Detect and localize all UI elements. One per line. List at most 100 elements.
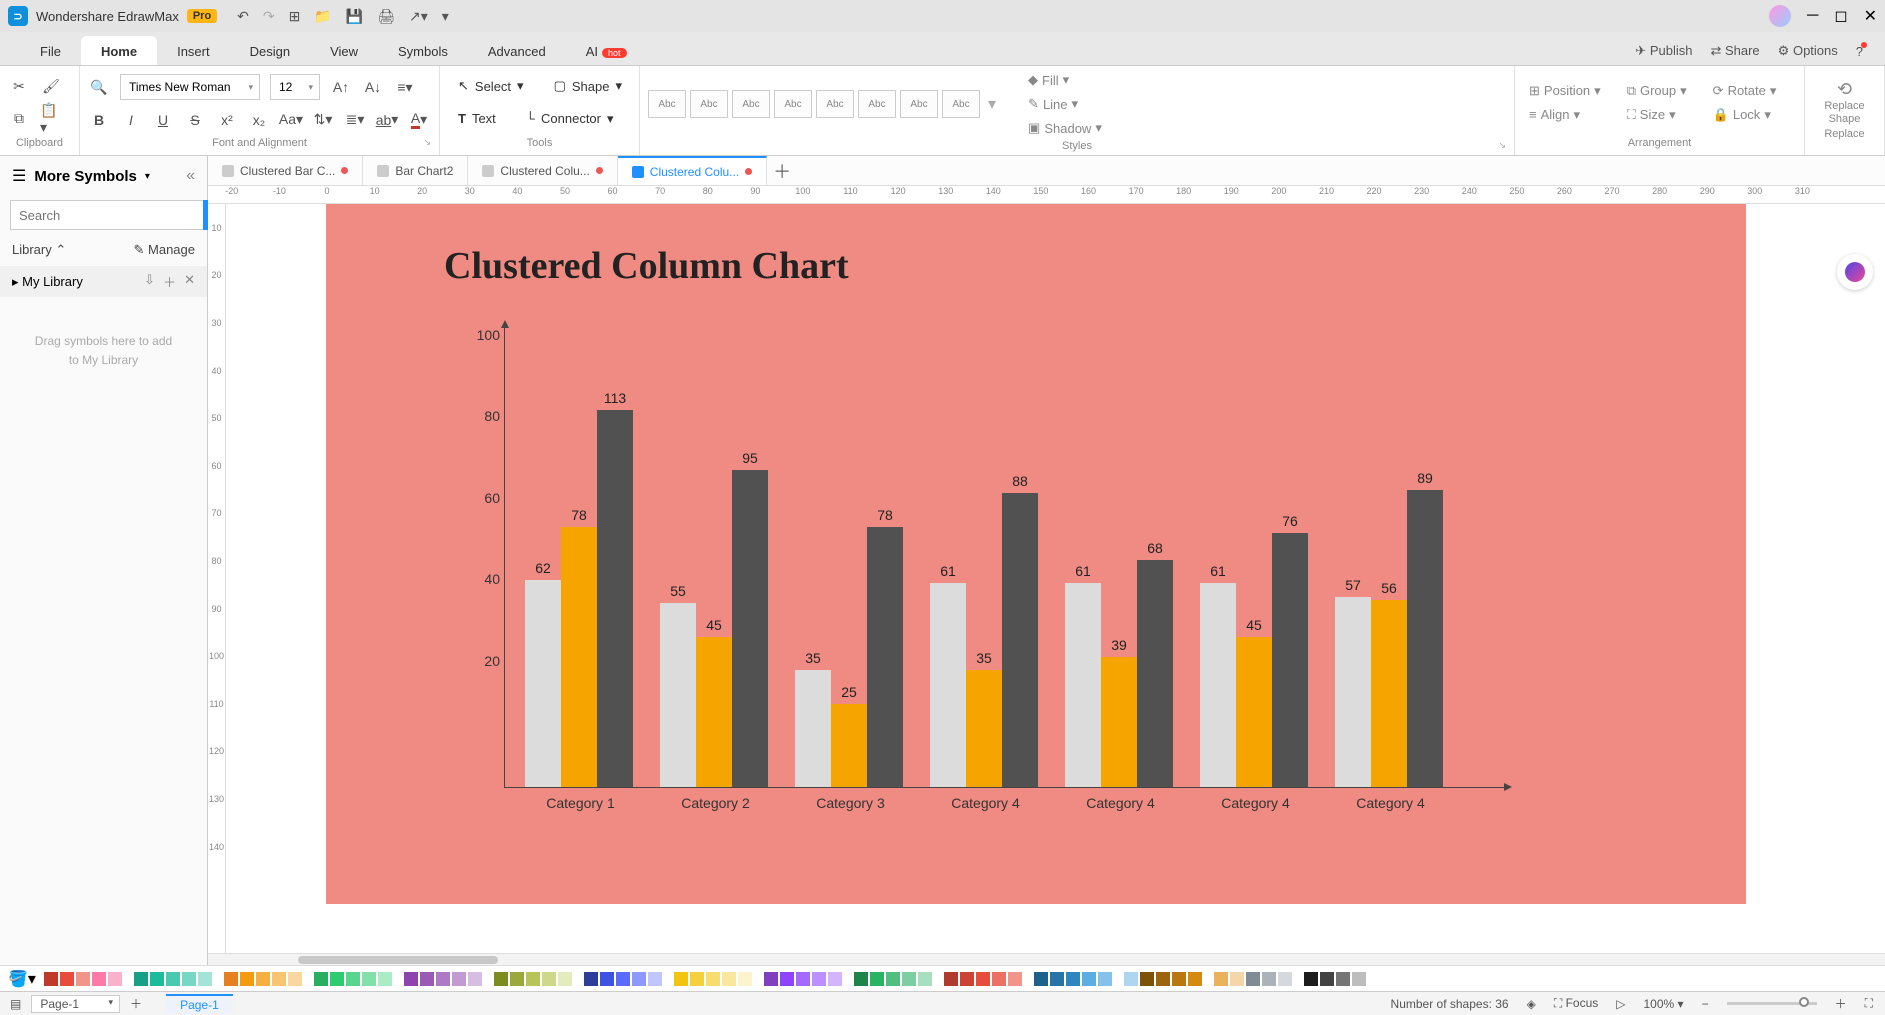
superscript-icon[interactable]: x² xyxy=(216,109,238,131)
color-swatch[interactable] xyxy=(616,972,630,986)
document-tab[interactable]: Clustered Bar C... xyxy=(208,156,363,185)
color-swatch[interactable] xyxy=(902,972,916,986)
document-tab[interactable]: Clustered Colu... xyxy=(468,156,617,185)
styles-more-icon[interactable]: ▾ xyxy=(988,94,996,114)
color-swatch[interactable] xyxy=(960,972,974,986)
chart-bar[interactable]: 35 xyxy=(966,670,1002,787)
font-family-select[interactable]: Times New Roman xyxy=(120,74,260,100)
color-swatch[interactable] xyxy=(330,972,344,986)
color-swatch[interactable] xyxy=(706,972,720,986)
line-spacing-icon[interactable]: ⇅▾ xyxy=(312,109,334,131)
rotate-button[interactable]: ⟳ Rotate ▾ xyxy=(1707,81,1783,101)
text-tool-button[interactable]: T Text xyxy=(448,107,506,130)
color-swatch[interactable] xyxy=(1368,972,1382,986)
color-swatch[interactable] xyxy=(764,972,778,986)
replace-shape-button[interactable]: ⟲ Replace Shape xyxy=(1813,79,1876,126)
color-swatch[interactable] xyxy=(182,972,196,986)
color-swatch[interactable] xyxy=(558,972,572,986)
font-search-icon[interactable]: 🔍 xyxy=(88,76,110,98)
color-swatch[interactable] xyxy=(1278,972,1292,986)
color-swatch[interactable] xyxy=(1304,972,1318,986)
color-swatch[interactable] xyxy=(1124,972,1138,986)
presentation-icon[interactable]: ▷ xyxy=(1616,997,1625,1011)
tab-ai[interactable]: AIhot xyxy=(566,36,647,65)
color-swatch[interactable] xyxy=(1214,972,1228,986)
chart-bar[interactable]: 61 xyxy=(930,583,966,787)
symbol-search-input[interactable] xyxy=(10,200,203,230)
font-size-select[interactable]: 12 xyxy=(270,74,320,100)
chart-title[interactable]: Clustered Column Chart xyxy=(444,244,1504,288)
fill-button[interactable]: ◆ Fill ▾ xyxy=(1022,70,1108,90)
color-swatch[interactable] xyxy=(780,972,794,986)
chart-bar[interactable]: 88 xyxy=(1002,493,1038,787)
color-swatch[interactable] xyxy=(60,972,74,986)
chart-bar[interactable]: 25 xyxy=(831,704,867,787)
page-tab[interactable]: Page-1 xyxy=(166,994,233,1014)
color-swatch[interactable] xyxy=(674,972,688,986)
library-dropzone[interactable]: Drag symbols here to add to My Library xyxy=(24,315,183,387)
tab-design[interactable]: Design xyxy=(230,36,310,65)
color-swatch[interactable] xyxy=(272,972,286,986)
chart-bar[interactable]: 35 xyxy=(795,670,831,787)
line-button[interactable]: ✎ Line ▾ xyxy=(1022,94,1108,114)
chart-bar[interactable]: 95 xyxy=(732,470,768,787)
add-lib-icon[interactable]: ＋ xyxy=(163,272,176,291)
color-swatch[interactable] xyxy=(690,972,704,986)
align-button[interactable]: ≡ Align ▾ xyxy=(1523,105,1607,125)
color-swatch[interactable] xyxy=(92,972,106,986)
connector-tool-button[interactable]: └ Connector ▾ xyxy=(516,107,624,131)
chart-plot-area[interactable]: 6278113Category 1554595Category 2352578C… xyxy=(504,328,1504,788)
color-swatch[interactable] xyxy=(828,972,842,986)
chart-bar[interactable]: 78 xyxy=(867,527,903,787)
color-swatch[interactable] xyxy=(992,972,1006,986)
color-swatch[interactable] xyxy=(1082,972,1096,986)
zoom-out-icon[interactable]: − xyxy=(1702,997,1709,1011)
close-lib-icon[interactable]: ✕ xyxy=(184,272,195,291)
subscript-icon[interactable]: x₂ xyxy=(248,109,270,131)
chart-bar[interactable]: 61 xyxy=(1065,583,1101,787)
tab-insert[interactable]: Insert xyxy=(157,36,230,65)
share-button[interactable]: ⇄ Share xyxy=(1710,43,1759,59)
fit-page-icon[interactable]: ⛶ xyxy=(1865,996,1873,1011)
increase-font-icon[interactable]: A↑ xyxy=(330,76,352,98)
ai-assistant-badge-icon[interactable] xyxy=(1837,254,1873,290)
chart-bar[interactable]: 39 xyxy=(1101,657,1137,787)
styles-gallery[interactable]: Abc Abc Abc Abc Abc Abc Abc Abc ▾ xyxy=(648,90,996,118)
cut-icon[interactable]: ✂ xyxy=(8,75,30,97)
redo-icon[interactable]: ↷ xyxy=(263,8,275,25)
color-swatch[interactable] xyxy=(108,972,122,986)
color-swatch[interactable] xyxy=(1336,972,1350,986)
minimize-icon[interactable]: ─ xyxy=(1807,7,1818,25)
user-avatar-icon[interactable] xyxy=(1769,5,1791,27)
color-swatch[interactable] xyxy=(166,972,180,986)
color-swatch[interactable] xyxy=(1262,972,1276,986)
color-swatch[interactable] xyxy=(918,972,932,986)
decrease-font-icon[interactable]: A↓ xyxy=(362,76,384,98)
focus-mode-button[interactable]: ⛶ Focus xyxy=(1554,996,1598,1011)
zoom-in-icon[interactable]: ＋ xyxy=(1835,995,1847,1012)
export-icon[interactable]: ↗▾ xyxy=(409,8,428,25)
chart-bar[interactable]: 62 xyxy=(525,580,561,787)
tab-symbols[interactable]: Symbols xyxy=(378,36,468,65)
zoom-level[interactable]: 100% ▾ xyxy=(1644,997,1684,1011)
size-button[interactable]: ⛶ Size ▾ xyxy=(1621,105,1693,125)
style-swatch[interactable]: Abc xyxy=(900,90,938,118)
color-swatch[interactable] xyxy=(288,972,302,986)
h-align-icon[interactable]: ≡▾ xyxy=(394,76,416,98)
color-swatch[interactable] xyxy=(1140,972,1154,986)
add-page-icon[interactable]: ＋ xyxy=(130,995,142,1012)
page-selector[interactable]: Page-1 xyxy=(31,995,120,1013)
color-swatch[interactable] xyxy=(1050,972,1064,986)
color-swatch[interactable] xyxy=(1230,972,1244,986)
styles-launcher-icon[interactable]: ↘ xyxy=(1498,140,1506,151)
color-swatch[interactable] xyxy=(468,972,482,986)
color-swatch[interactable] xyxy=(1188,972,1202,986)
shape-tool-button[interactable]: ▢ Shape ▾ xyxy=(544,74,632,98)
close-icon[interactable]: ✕ xyxy=(1864,6,1877,26)
color-swatch[interactable] xyxy=(420,972,434,986)
color-swatch[interactable] xyxy=(738,972,752,986)
color-swatch[interactable] xyxy=(510,972,524,986)
pages-panel-icon[interactable]: ▤ xyxy=(10,997,21,1011)
color-swatch[interactable] xyxy=(542,972,556,986)
color-swatch[interactable] xyxy=(722,972,736,986)
